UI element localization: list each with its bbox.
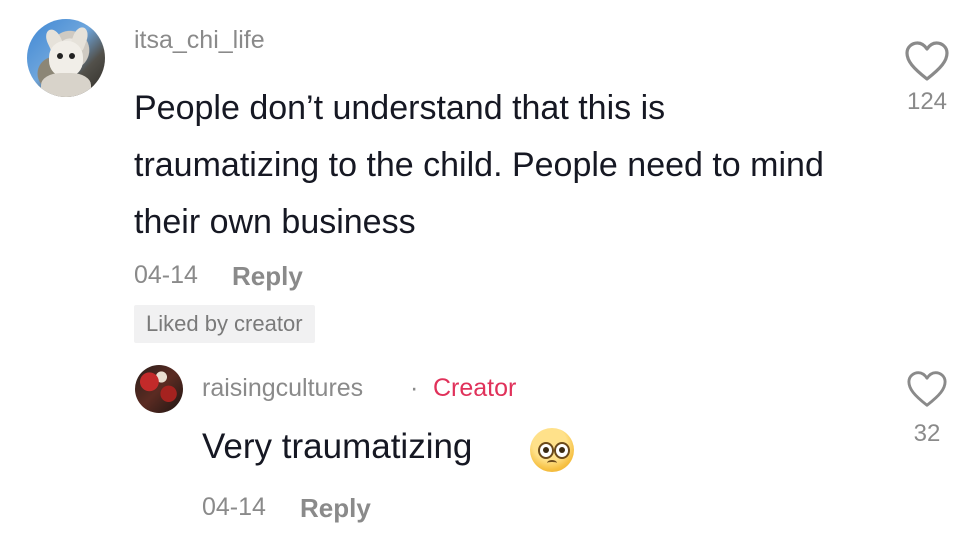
avatar-detail [41, 73, 91, 97]
reply-text: Very traumatizing [202, 427, 473, 466]
emoji-detail [559, 447, 565, 453]
emoji-detail [547, 460, 557, 466]
reply-button[interactable]: Reply [232, 261, 303, 292]
emoji-detail [543, 447, 549, 453]
reply-username[interactable]: raisingcultures [202, 374, 363, 403]
avatar-detail [57, 53, 63, 59]
reply-button[interactable]: Reply [300, 493, 371, 524]
like-count: 124 [906, 88, 948, 115]
liked-by-creator-badge: Liked by creator [134, 305, 315, 343]
comment-date: 04-14 [134, 261, 198, 289]
reply-date: 04-14 [202, 493, 266, 521]
avatar[interactable] [135, 365, 183, 413]
avatar[interactable] [27, 19, 105, 97]
comment-username[interactable]: itsa_chi_life [134, 26, 265, 55]
comment-text: People don’t understand that this is tra… [134, 89, 824, 241]
creator-label: Creator [433, 374, 517, 402]
pleading-face-emoji-icon [530, 428, 574, 472]
separator-dot: · [410, 374, 419, 402]
avatar-detail [49, 41, 83, 77]
heart-outline-icon[interactable] [903, 40, 951, 82]
avatar-detail [69, 53, 75, 59]
like-count: 32 [913, 420, 941, 447]
heart-outline-icon[interactable] [905, 370, 949, 408]
